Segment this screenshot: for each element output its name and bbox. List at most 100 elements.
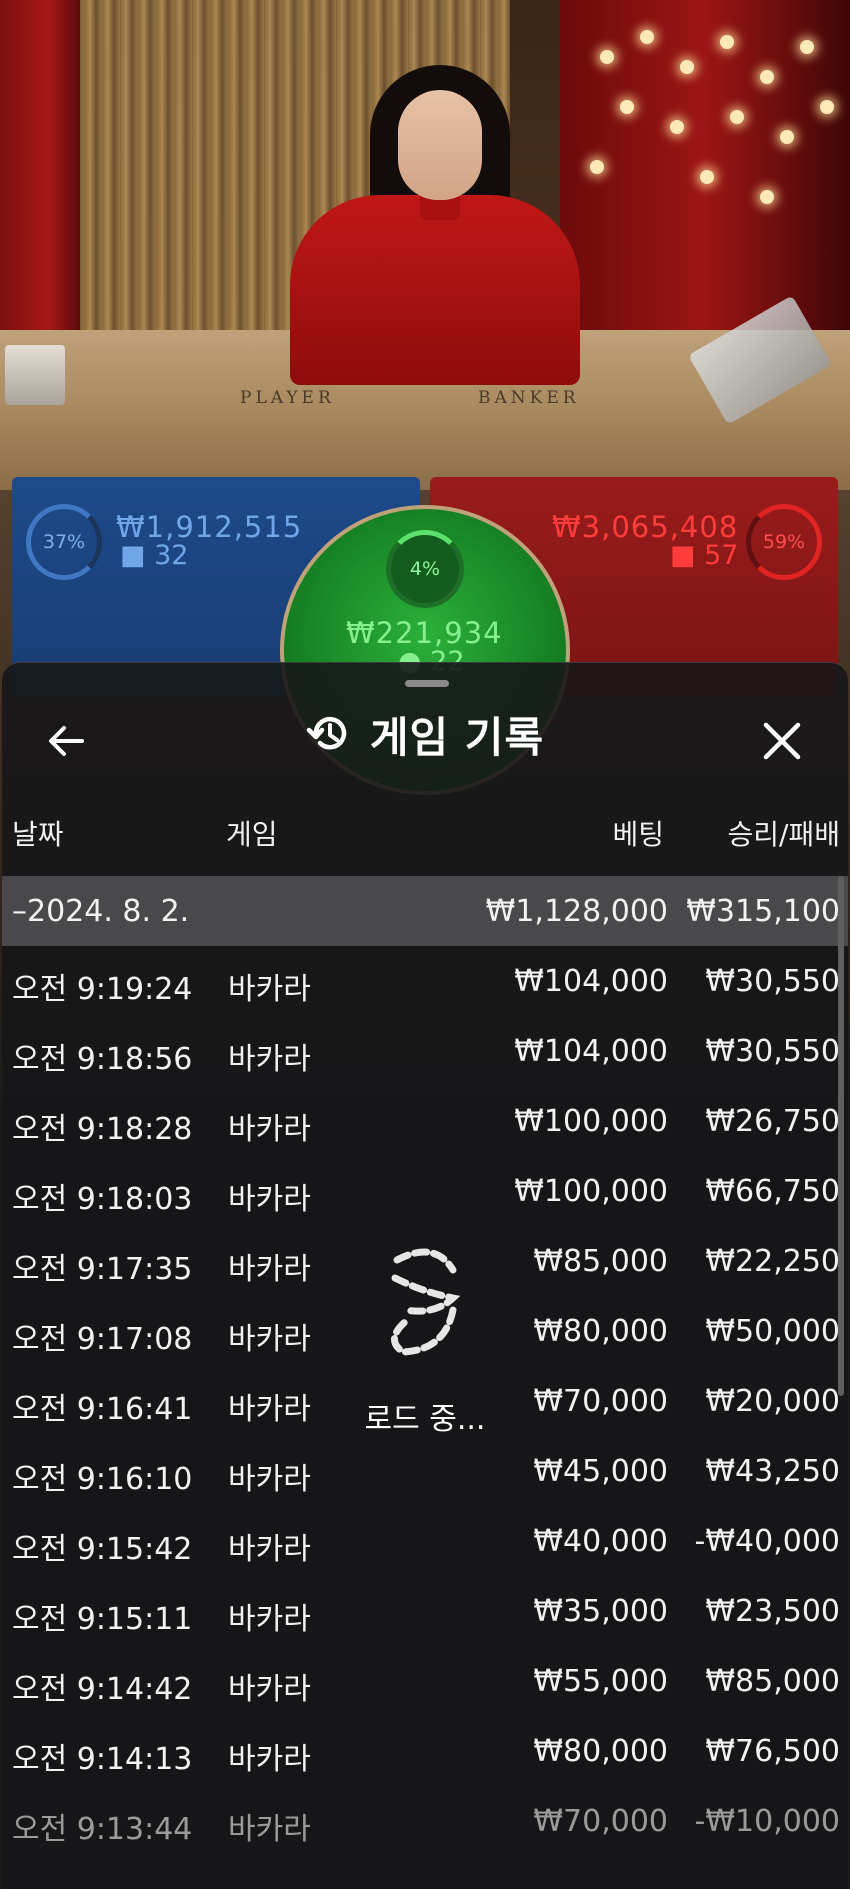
row-result: ₩30,550 xyxy=(705,964,840,999)
row-game: 바카라 xyxy=(228,1392,311,1427)
curtain-left xyxy=(0,0,80,330)
row-time: 오전 9:18:03 xyxy=(12,1182,193,1217)
player-percent-ring: 37% xyxy=(26,504,102,580)
scrollbar[interactable] xyxy=(838,876,844,1396)
row-bet: ₩70,000 xyxy=(533,1384,668,1419)
row-bet: ₩80,000 xyxy=(533,1314,668,1349)
column-header-game: 게임 xyxy=(226,818,278,851)
history-row[interactable]: 오전 9:18:03 바카라 ₩100,000 ₩66,750 xyxy=(2,1156,848,1226)
banker-percent: 59% xyxy=(762,531,806,553)
user-icon: ■ xyxy=(670,540,696,571)
row-game: 바카라 xyxy=(228,1042,311,1077)
row-game: 바카라 xyxy=(228,1672,311,1707)
loading-spinner-icon xyxy=(391,1248,461,1356)
row-result: ₩20,000 xyxy=(705,1384,840,1419)
history-row[interactable]: 오전 9:19:24 바카라 ₩104,000 ₩30,550 xyxy=(2,946,848,1016)
tie-bet-amount: ₩221,934 xyxy=(346,616,503,650)
row-game: 바카라 xyxy=(228,1182,311,1217)
history-row[interactable]: 오전 9:15:11 바카라 ₩35,000 ₩23,500 xyxy=(2,1576,848,1646)
column-header-bet: 베팅 xyxy=(612,818,664,851)
row-bet: ₩100,000 xyxy=(514,1104,668,1139)
row-game: 바카라 xyxy=(228,1532,311,1567)
history-row[interactable]: 오전 9:15:42 바카라 ₩40,000 -₩40,000 xyxy=(2,1506,848,1576)
close-button[interactable] xyxy=(760,719,804,763)
tie-percent-ring: 4% xyxy=(386,530,464,608)
row-game: 바카라 xyxy=(228,1602,311,1637)
banker-bet-amount: ₩3,065,408 xyxy=(552,510,739,544)
row-time: 오전 9:14:42 xyxy=(12,1672,193,1707)
summary-date: –2024. 8. 2. xyxy=(12,894,190,929)
player-bettor-count: ■ 32 xyxy=(120,540,189,571)
row-result: ₩66,750 xyxy=(705,1174,840,1209)
dealer-face xyxy=(398,90,482,200)
date-summary-row[interactable]: –2024. 8. 2. ₩1,128,000 ₩315,100 xyxy=(2,876,848,946)
close-icon xyxy=(763,722,801,760)
row-bet: ₩80,000 xyxy=(533,1734,668,1769)
row-game: 바카라 xyxy=(228,1812,311,1847)
user-icon: ■ xyxy=(120,540,146,571)
row-result: ₩30,550 xyxy=(705,1034,840,1069)
row-result: ₩43,250 xyxy=(705,1454,840,1489)
history-row[interactable]: 오전 9:13:44 바카라 ₩70,000 -₩10,000 xyxy=(2,1786,848,1856)
row-game: 바카라 xyxy=(228,1742,311,1777)
row-time: 오전 9:16:10 xyxy=(12,1462,193,1497)
banker-percent-ring: 59% xyxy=(746,504,822,580)
row-result: ₩23,500 xyxy=(705,1594,840,1629)
row-bet: ₩100,000 xyxy=(514,1174,668,1209)
row-time: 오전 9:15:42 xyxy=(12,1532,193,1567)
table-label-banker: BANKER xyxy=(478,388,580,408)
summary-result: ₩315,100 xyxy=(686,894,840,929)
row-result: -₩10,000 xyxy=(694,1804,840,1839)
row-result: ₩22,250 xyxy=(705,1244,840,1279)
summary-bet: ₩1,128,000 xyxy=(485,894,668,929)
row-time: 오전 9:18:56 xyxy=(12,1042,193,1077)
history-row[interactable]: 오전 9:18:28 바카라 ₩100,000 ₩26,750 xyxy=(2,1086,848,1156)
sheet-title: 게임 기록 xyxy=(369,712,545,762)
decorative-lights xyxy=(580,20,850,240)
history-row[interactable]: 오전 9:16:10 바카라 ₩45,000 ₩43,250 xyxy=(2,1436,848,1506)
row-bet: ₩104,000 xyxy=(514,1034,668,1069)
row-time: 오전 9:13:44 xyxy=(12,1812,193,1847)
loading-text: 로드 중... xyxy=(364,1402,486,1437)
column-header-date: 날짜 xyxy=(12,818,64,851)
row-time: 오전 9:19:24 xyxy=(12,972,193,1007)
row-result: ₩50,000 xyxy=(705,1314,840,1349)
banker-bettor-count: ■ 57 xyxy=(670,540,739,571)
row-result: ₩76,500 xyxy=(705,1734,840,1769)
drag-handle[interactable] xyxy=(405,680,449,687)
row-bet: ₩55,000 xyxy=(533,1664,668,1699)
row-time: 오전 9:15:11 xyxy=(12,1602,193,1637)
row-time: 오전 9:17:35 xyxy=(12,1252,193,1287)
row-game: 바카라 xyxy=(228,1322,311,1357)
row-time: 오전 9:16:41 xyxy=(12,1392,193,1427)
sheet-header: 게임 기록 xyxy=(2,693,848,775)
row-game: 바카라 xyxy=(228,1462,311,1497)
row-game: 바카라 xyxy=(228,972,311,1007)
tie-percent: 4% xyxy=(409,558,441,580)
row-time: 오전 9:17:08 xyxy=(12,1322,193,1357)
table-label-player: PLAYER xyxy=(240,388,335,408)
card-deck xyxy=(5,345,65,405)
row-time: 오전 9:14:13 xyxy=(12,1742,193,1777)
history-row[interactable]: 오전 9:18:56 바카라 ₩104,000 ₩30,550 xyxy=(2,1016,848,1086)
history-icon xyxy=(306,716,347,750)
row-bet: ₩70,000 xyxy=(533,1804,668,1839)
history-row[interactable]: 오전 9:14:13 바카라 ₩80,000 ₩76,500 xyxy=(2,1716,848,1786)
loading-indicator: 로드 중... xyxy=(355,1240,495,1438)
row-result: ₩26,750 xyxy=(705,1104,840,1139)
row-time: 오전 9:18:28 xyxy=(12,1112,193,1147)
dealer-body xyxy=(290,195,580,385)
row-bet: ₩104,000 xyxy=(514,964,668,999)
row-game: 바카라 xyxy=(228,1252,311,1287)
player-bet-amount: ₩1,912,515 xyxy=(116,510,303,544)
row-game: 바카라 xyxy=(228,1112,311,1147)
history-column-headers: 날짜 게임 베팅 승리/패배 xyxy=(2,813,848,853)
column-header-result: 승리/패배 xyxy=(727,818,840,851)
player-percent: 37% xyxy=(42,531,86,553)
history-row[interactable]: 오전 9:14:42 바카라 ₩55,000 ₩85,000 xyxy=(2,1646,848,1716)
row-result: -₩40,000 xyxy=(694,1524,840,1559)
row-bet: ₩85,000 xyxy=(533,1244,668,1279)
row-bet: ₩45,000 xyxy=(533,1454,668,1489)
row-result: ₩85,000 xyxy=(705,1664,840,1699)
row-bet: ₩35,000 xyxy=(533,1594,668,1629)
